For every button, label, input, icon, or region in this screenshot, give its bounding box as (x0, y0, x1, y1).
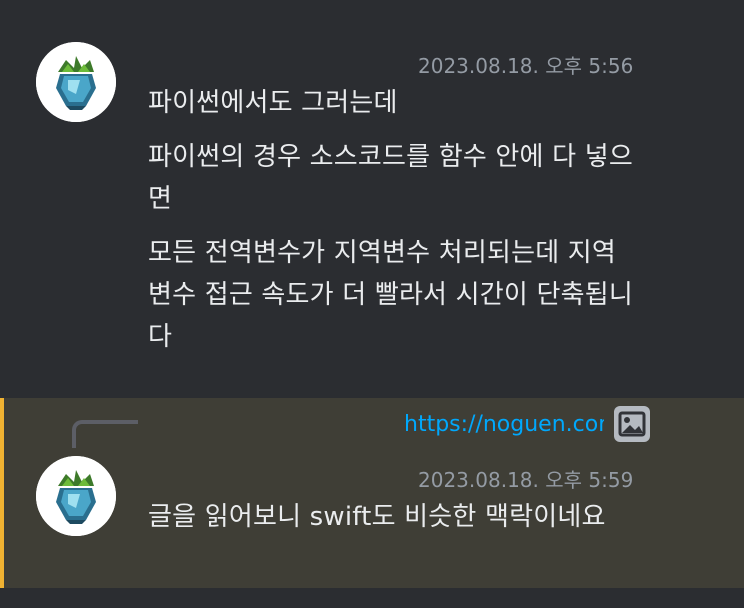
message-line: 글을 읽어보니 swift도 비슷한 맥락이네요 (148, 502, 606, 532)
message-timestamp[interactable]: 2023.08.18. 오후 5:56 (418, 50, 633, 79)
reply-link[interactable]: https://noguen.com (404, 408, 604, 442)
leaf-gem-avatar-icon (36, 42, 116, 122)
message-content: 글을 읽어보니 swift도 비슷한 맥락이네요 (148, 496, 638, 538)
message-line: 모든 전역변수가 지역변수 처리되는데 지역변수 접근 속도가 더 빨라서 시간… (148, 238, 633, 352)
message-content: 파이썬에서도 그러는데 파이썬의 경우 소스코드를 함수 안에 다 넣으면 모든… (148, 82, 638, 358)
message-line: 파이썬의 경우 소스코드를 함수 안에 다 넣으면 (148, 142, 633, 214)
reply-spine (72, 420, 138, 448)
user-avatar[interactable] (36, 456, 116, 536)
divider-strip (0, 588, 744, 608)
user-avatar[interactable] (36, 42, 116, 122)
leaf-gem-avatar-icon (36, 456, 116, 536)
message-timestamp[interactable]: 2023.08.18. 오후 5:59 (418, 464, 633, 493)
message-1: 2023.08.18. 오후 5:56 파이썬에서도 그러는데 파이썬의 경우 … (0, 0, 744, 398)
message-line: 파이썬에서도 그러는데 (148, 88, 398, 118)
image-icon[interactable] (614, 406, 650, 442)
